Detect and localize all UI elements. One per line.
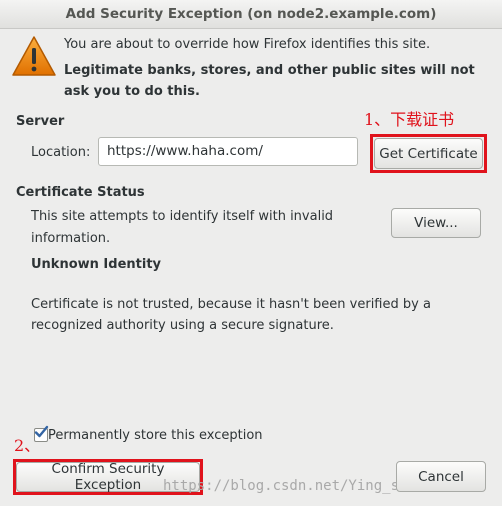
permanent-store-label[interactable]: Permanently store this exception — [48, 428, 263, 443]
unknown-identity-heading: Unknown Identity — [31, 257, 162, 272]
status-description-line-2: information. — [31, 231, 111, 246]
location-input[interactable]: https://www.haha.com/ — [98, 137, 358, 166]
warning-triangle-icon — [12, 36, 56, 76]
warning-emphasis-line-2: ask you to do this. — [64, 84, 200, 99]
window-title: Add Security Exception (on node2.example… — [0, 0, 502, 29]
view-button[interactable]: View... — [391, 208, 481, 238]
get-certificate-button[interactable]: Get Certificate — [374, 138, 483, 169]
status-description-line-1: This site attempts to identify itself wi… — [31, 209, 334, 224]
view-label: View... — [414, 215, 458, 231]
warning-emphasis-line-1: Legitimate banks, stores, and other publ… — [64, 63, 475, 78]
warning-line: You are about to override how Firefox id… — [64, 37, 431, 52]
cancel-button[interactable]: Cancel — [396, 461, 486, 492]
annotation-step1: 1、下载证书 — [364, 110, 455, 129]
certificate-status-heading: Certificate Status — [16, 185, 145, 200]
watermark: https://blog.csdn.net/Ying_smile — [163, 478, 433, 494]
get-certificate-label: Get Certificate — [379, 145, 478, 162]
cancel-label: Cancel — [418, 468, 464, 485]
trust-description-line-2: recognized authority using a secure sign… — [31, 318, 334, 333]
trust-description-line-1: Certificate is not trusted, because it h… — [31, 297, 431, 312]
location-label: Location: — [31, 145, 91, 160]
checkmark-icon — [34, 425, 49, 438]
server-heading: Server — [16, 114, 65, 129]
